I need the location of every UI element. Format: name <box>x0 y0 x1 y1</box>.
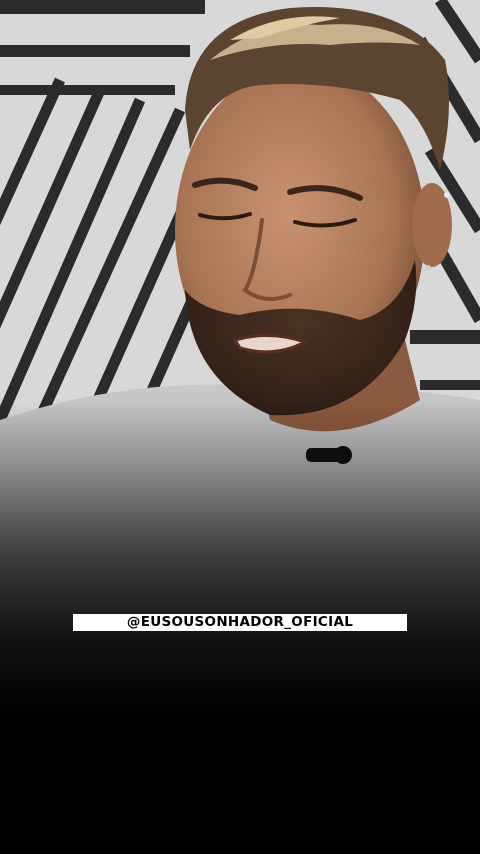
video-player[interactable]: @EUSOUSONHADOR_OFICIAL <box>0 0 480 854</box>
watermark-handle: @EUSOUSONHADOR_OFICIAL <box>73 614 407 631</box>
lapel-mic <box>306 446 352 464</box>
video-frame-image <box>0 0 480 854</box>
earring <box>444 192 450 198</box>
